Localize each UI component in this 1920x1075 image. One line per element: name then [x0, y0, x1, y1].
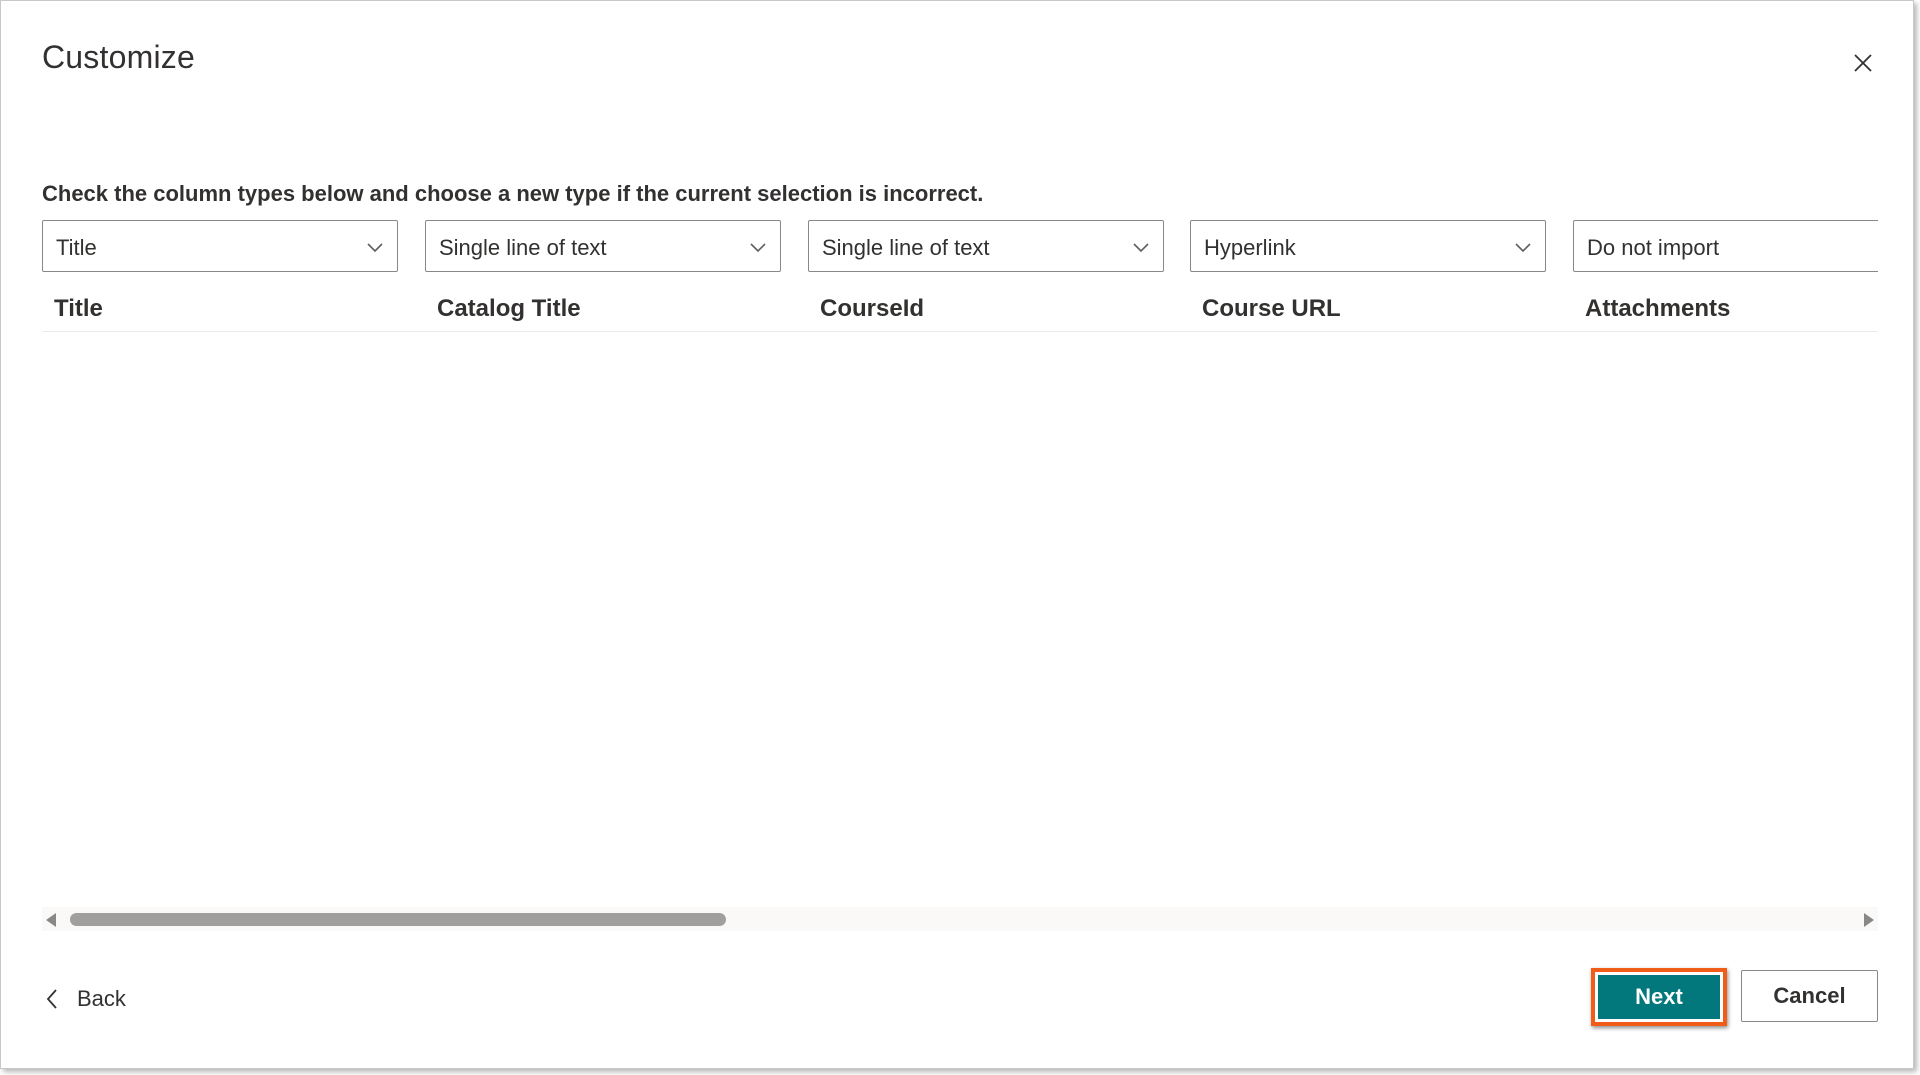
column-grid: Title Title Single line of text Catalog …	[42, 220, 1878, 340]
scroll-right-arrow-icon[interactable]	[1864, 913, 1874, 927]
dropdown-value: Title	[56, 235, 97, 260]
header-divider	[42, 331, 1878, 332]
dropdown-value: Single line of text	[439, 235, 607, 260]
column-catalog-title: Single line of text Catalog Title	[425, 220, 781, 322]
chevron-down-icon	[1515, 243, 1531, 253]
dropdown-value: Single line of text	[822, 235, 990, 260]
cancel-button[interactable]: Cancel	[1741, 970, 1878, 1022]
column-header: CourseId	[820, 295, 925, 322]
close-icon	[1854, 54, 1872, 72]
close-button[interactable]	[1841, 41, 1885, 85]
column-header: Title	[54, 295, 103, 322]
scroll-left-arrow-icon[interactable]	[46, 913, 56, 927]
column-header: Course URL	[1202, 295, 1341, 322]
chevron-down-icon	[1133, 243, 1149, 253]
dropdown-value: Hyperlink	[1204, 235, 1296, 260]
column-course-id: Single line of text CourseId	[808, 220, 1164, 322]
column-header: Attachments	[1585, 295, 1731, 322]
horizontal-scrollbar[interactable]	[42, 907, 1878, 931]
chevron-down-icon	[367, 243, 383, 253]
back-label: Back	[77, 986, 126, 1011]
scrollbar-thumb[interactable]	[70, 913, 726, 926]
column-type-dropdown[interactable]: Do not import	[1573, 220, 1878, 272]
dialog-title: Customize	[42, 39, 195, 75]
column-header: Catalog Title	[437, 295, 581, 322]
column-attachments: Do not import Attachments	[1573, 220, 1878, 322]
customize-dialog: Customize Check the column types below a…	[0, 0, 1914, 1069]
dropdown-value: Do not import	[1587, 235, 1720, 260]
chevron-down-icon	[750, 243, 766, 253]
column-type-dropdown[interactable]: Title	[42, 220, 398, 272]
column-course-url: Hyperlink Course URL	[1190, 220, 1546, 322]
chevron-left-icon	[46, 989, 57, 1009]
column-type-dropdown[interactable]: Single line of text	[425, 220, 781, 272]
instructions-text: Check the column types below and choose …	[42, 181, 984, 206]
back-button[interactable]: Back	[45, 979, 126, 1019]
column-title: Title Title	[42, 220, 398, 322]
column-type-dropdown[interactable]: Single line of text	[808, 220, 1164, 272]
next-button[interactable]: Next	[1598, 975, 1720, 1019]
column-type-dropdown[interactable]: Hyperlink	[1190, 220, 1546, 272]
